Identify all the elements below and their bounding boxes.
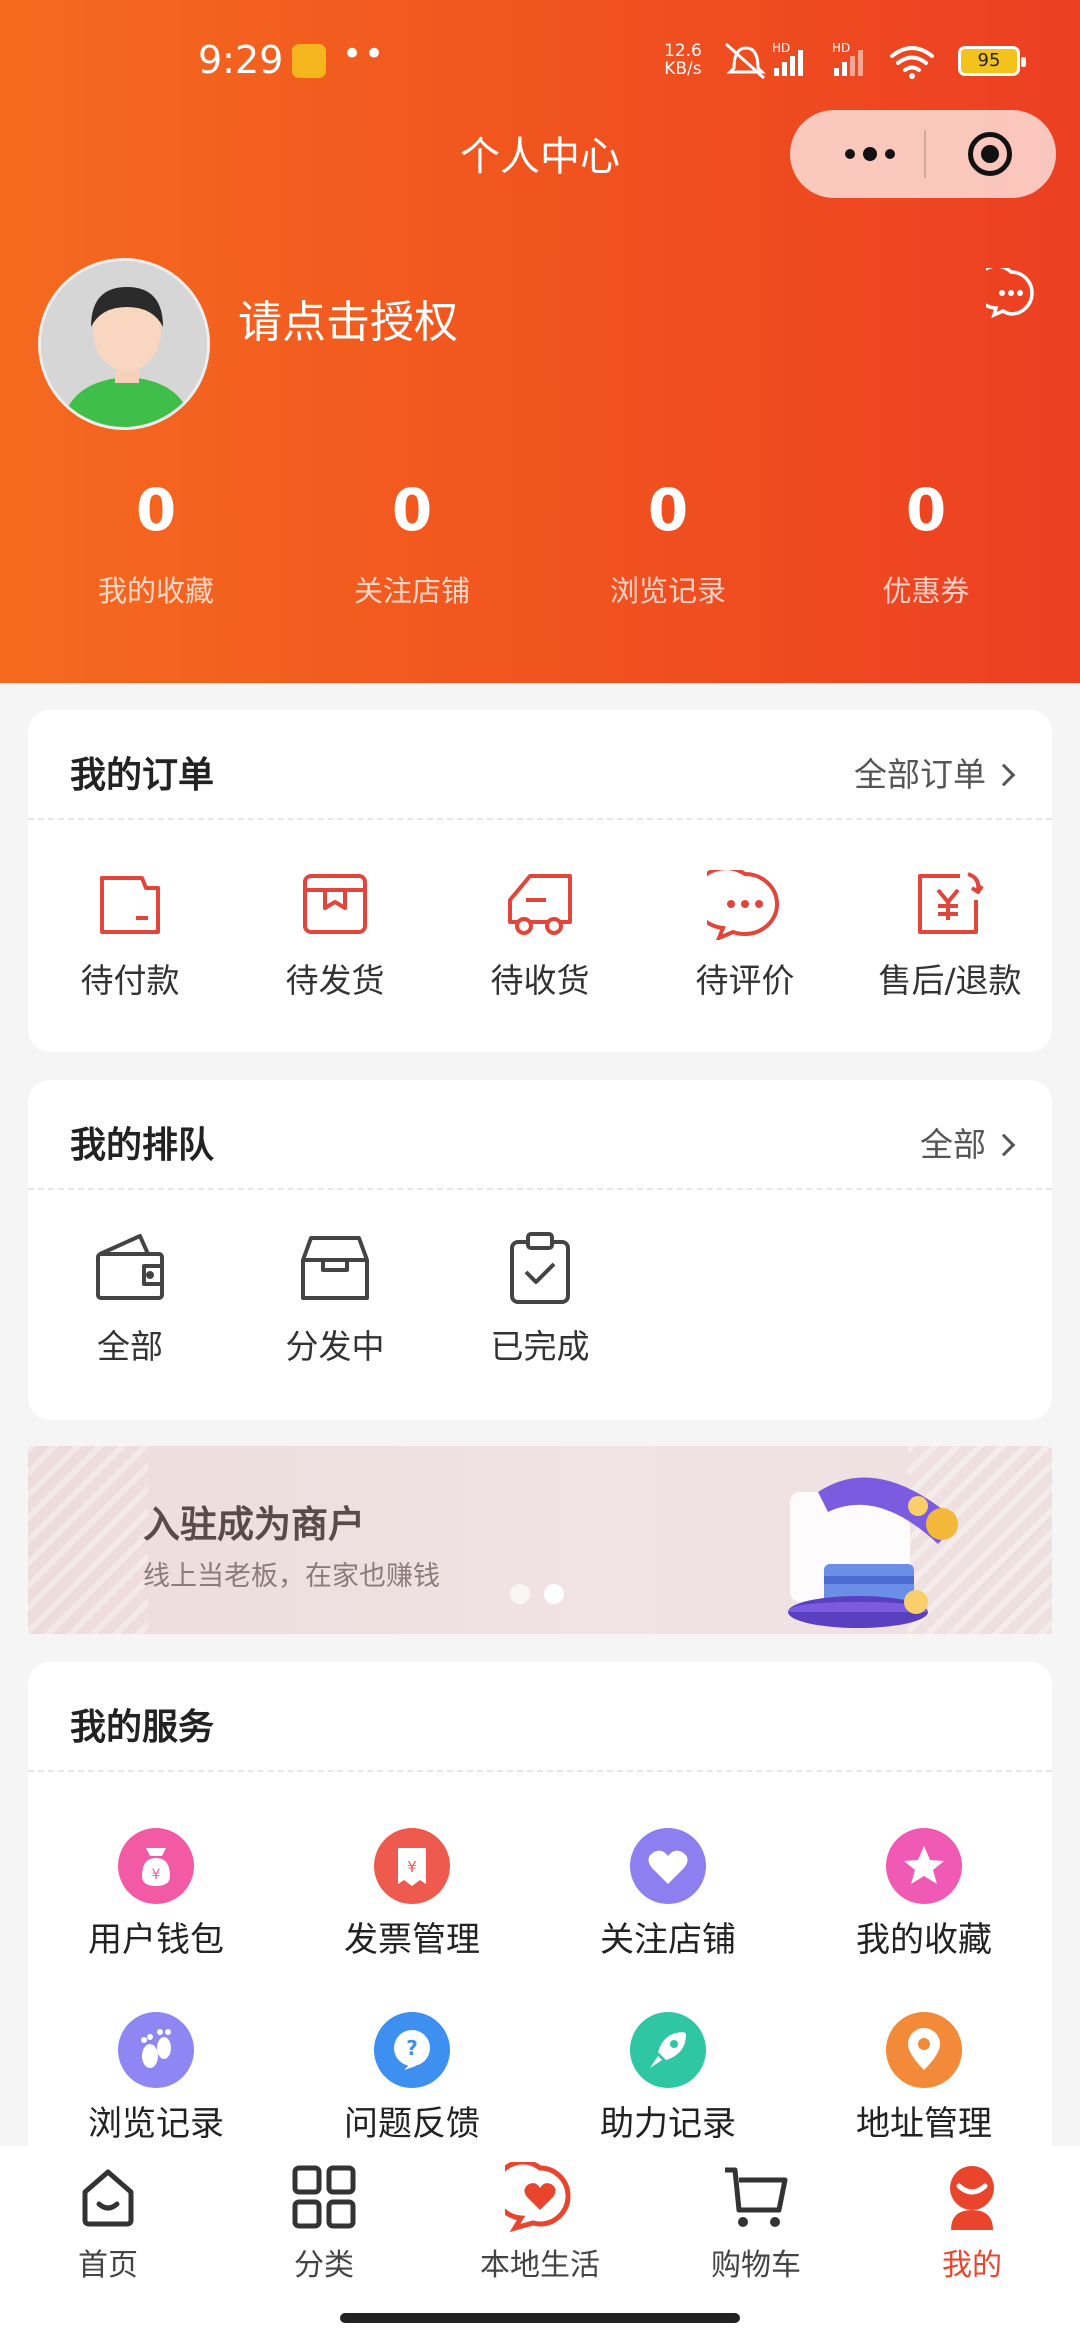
close-miniprogram-button[interactable] xyxy=(968,132,1012,176)
local-heart-icon xyxy=(492,2159,571,2233)
banner-dot-active xyxy=(544,1584,564,1604)
invoice-icon: ¥ xyxy=(374,1828,450,1904)
capsule-divider xyxy=(924,130,926,178)
service-assist-records[interactable]: 助力记录 xyxy=(540,2012,796,2145)
service-address-management[interactable]: 地址管理 xyxy=(796,2012,1052,2145)
refund-icon xyxy=(918,872,984,934)
cart-icon xyxy=(725,2167,788,2227)
service-followed-shops[interactable]: 关注店铺 xyxy=(540,1828,796,1961)
service-invoice-management[interactable]: ¥ 发票管理 xyxy=(284,1828,540,1961)
banner-stripes xyxy=(28,1446,148,1634)
profile-icon xyxy=(950,2166,994,2230)
service-browse-history[interactable]: 浏览记录 xyxy=(28,2012,284,2145)
chevron-right-icon xyxy=(992,763,1016,787)
svg-text:¥: ¥ xyxy=(152,1867,161,1883)
wallet-icon xyxy=(100,876,160,934)
money-bag-icon: ¥ xyxy=(118,1828,194,1904)
network-speed: 12.6 KB/s xyxy=(664,41,702,79)
battery-indicator: 95 xyxy=(958,46,1026,76)
tab-category[interactable]: 分类 xyxy=(216,2162,432,2284)
svg-text:HD: HD xyxy=(832,41,850,55)
wallet-icon xyxy=(96,1234,164,1300)
orders-card: 我的订单 全部订单 待付款 待发货 待收货 待评价 售后/退款 xyxy=(28,710,1052,1052)
stat-favorites[interactable]: 0 我的收藏 xyxy=(36,476,276,610)
footprint-icon xyxy=(118,2012,194,2088)
chat-bubble-icon xyxy=(707,870,779,940)
service-feedback[interactable]: ? 问题反馈 xyxy=(284,2012,540,2145)
banner-pagination xyxy=(510,1584,578,1608)
banner-subtitle: 线上当老板，在家也赚钱 xyxy=(143,1561,440,1592)
rocket-icon xyxy=(630,2012,706,2088)
heart-icon xyxy=(630,1828,706,1904)
queue-completed[interactable]: 已完成 xyxy=(440,1230,640,1368)
services-card: 我的服务 ¥ 用户钱包 ¥ 发票管理 关注店铺 我的收藏 浏览记录 ? 问题反馈 xyxy=(28,1662,1052,2182)
tab-profile[interactable]: 我的 xyxy=(864,2162,1080,2284)
banner-title: 入驻成为商户 xyxy=(143,1503,365,1546)
package-icon xyxy=(303,874,367,934)
order-pending-shipment[interactable]: 待发货 xyxy=(235,870,435,1002)
stats-row: 0 我的收藏 0 关注店铺 0 浏览记录 0 优惠券 xyxy=(0,476,1080,626)
orders-card-header: 我的订单 全部订单 xyxy=(28,710,1052,820)
svg-text:¥: ¥ xyxy=(407,1858,417,1876)
merchant-banner[interactable]: 入驻成为商户 线上当老板，在家也赚钱 xyxy=(28,1446,1052,1634)
service-user-wallet[interactable]: ¥ 用户钱包 xyxy=(28,1828,284,1961)
services-card-header: 我的服务 xyxy=(28,1662,1052,1772)
truck-icon xyxy=(508,874,572,935)
authorize-prompt[interactable]: 请点击授权 xyxy=(238,286,458,350)
bottom-tab-bar: 首页 分类 本地生活 购物车 我的 xyxy=(0,2146,1080,2296)
tab-local-life[interactable]: 本地生活 xyxy=(432,2159,648,2284)
default-avatar-icon xyxy=(41,261,207,427)
status-bar: 9:29 •• 12.6 KB/s HD HD 95 xyxy=(0,0,1080,120)
home-icon xyxy=(82,2169,134,2227)
queue-all[interactable]: 全部 xyxy=(30,1230,230,1368)
svg-text:?: ? xyxy=(406,2036,418,2060)
queue-card: 我的排队 全部 全部 分发中 已完成 xyxy=(28,1080,1052,1420)
stat-followed-shops[interactable]: 0 关注店铺 xyxy=(292,476,532,610)
service-my-favorites[interactable]: 我的收藏 xyxy=(796,1828,1052,1961)
signal-wifi-icons: HD HD xyxy=(724,41,934,80)
status-time: 9:29 xyxy=(198,38,284,82)
banner-dot xyxy=(510,1584,530,1604)
clipboard-check-icon xyxy=(510,1232,570,1304)
order-pending-payment[interactable]: 待付款 xyxy=(30,870,230,1002)
wallet-illustration-icon xyxy=(788,1477,958,1628)
queue-title: 我的排队 xyxy=(70,1125,215,1166)
services-title: 我的服务 xyxy=(70,1707,215,1748)
more-notifications-icon: •• xyxy=(342,34,387,74)
location-pin-icon xyxy=(886,2012,962,2088)
order-after-sales-refund[interactable]: 售后/退款 xyxy=(850,870,1050,1002)
grid-icon xyxy=(292,2165,356,2229)
message-icon[interactable] xyxy=(986,268,1036,318)
chevron-right-icon xyxy=(992,1133,1016,1157)
app-notification-icon xyxy=(292,44,326,78)
avatar[interactable] xyxy=(38,258,210,430)
order-pending-receipt[interactable]: 待收货 xyxy=(440,870,640,1002)
all-orders-link[interactable]: 全部订单 xyxy=(854,748,1016,796)
svg-text:HD: HD xyxy=(772,41,790,55)
miniprogram-capsule xyxy=(790,110,1056,198)
home-indicator[interactable] xyxy=(340,2313,740,2323)
more-options-button[interactable] xyxy=(820,110,920,198)
queue-card-header: 我的排队 全部 xyxy=(28,1080,1052,1190)
tab-cart[interactable]: 购物车 xyxy=(648,2162,864,2284)
box-icon xyxy=(301,1236,369,1300)
question-icon: ? xyxy=(374,2012,450,2088)
star-icon xyxy=(886,1828,962,1904)
queue-dispatching[interactable]: 分发中 xyxy=(235,1230,435,1368)
orders-title: 我的订单 xyxy=(70,755,215,796)
stat-browse-history[interactable]: 0 浏览记录 xyxy=(548,476,788,610)
stat-coupons[interactable]: 0 优惠券 xyxy=(806,476,1046,610)
all-queue-link[interactable]: 全部 xyxy=(920,1118,1016,1166)
tab-home[interactable]: 首页 xyxy=(0,2162,216,2284)
order-pending-review[interactable]: 待评价 xyxy=(645,870,845,1002)
